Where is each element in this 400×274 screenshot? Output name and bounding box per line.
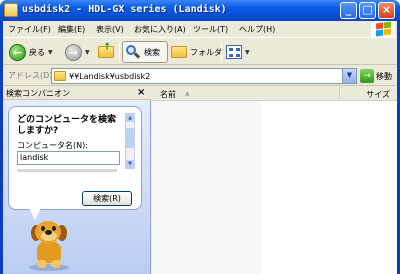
column-header-size[interactable]: サイズ — [341, 87, 394, 101]
column-name-label: 名前 — [160, 90, 176, 99]
back-arrow-icon: ← — [9, 43, 26, 61]
maximize-button[interactable]: □ — [359, 2, 376, 19]
menu-file[interactable]: ファイル(F) — [8, 24, 51, 35]
forward-button[interactable]: → ▼ — [65, 42, 90, 62]
folders-button[interactable]: フォルダ — [171, 42, 222, 62]
go-arrow-icon: → — [360, 69, 374, 83]
scroll-thumb[interactable] — [126, 128, 134, 148]
computer-name-input[interactable]: landisk — [17, 151, 120, 165]
title-bar[interactable]: usbdisk2 - HDL-GX series (Landisk) _ □ × — [0, 0, 400, 21]
up-button[interactable]: ↑ — [98, 42, 114, 62]
views-button[interactable]: ▼ — [226, 42, 250, 62]
computer-name-label: コンピュータ名(N): — [17, 141, 88, 150]
file-list[interactable]: 名前 ▲ サイズ — [152, 87, 397, 274]
go-button[interactable]: → 移動 — [360, 69, 392, 83]
column-size-label: サイズ — [366, 90, 390, 99]
search-question: どのコンピュータを検索しますか? — [17, 115, 117, 136]
menu-edit[interactable]: 編集(E) — [58, 24, 85, 35]
scroll-down-icon[interactable]: ▼ — [126, 160, 134, 168]
pane-close-button[interactable]: × — [137, 87, 145, 98]
address-bar: アドレス(D) ¥¥Landisk¥usbdisk2 ▼ → 移動 — [3, 66, 397, 86]
go-label: 移動 — [376, 71, 392, 81]
menu-help[interactable]: ヘルプ(H) — [239, 24, 275, 35]
menu-bar: ファイル(F) 編集(E) 表示(V) お気に入り(A) ツール(T) ヘルプ(… — [3, 21, 397, 38]
toolbar-separator — [221, 43, 222, 61]
back-dropdown-icon[interactable]: ▼ — [48, 49, 53, 56]
window-title: usbdisk2 - HDL-GX series (Landisk) — [22, 4, 227, 15]
scroll-up-icon[interactable]: ▲ — [126, 114, 134, 122]
sorted-column-highlight — [152, 101, 261, 274]
pane-title: 検索コンパニオン — [6, 89, 70, 98]
menu-favorites[interactable]: お気に入り(A) — [134, 24, 186, 35]
search-dog-icon[interactable] — [25, 217, 75, 271]
toolbar-separator — [119, 43, 120, 61]
forward-dropdown-icon[interactable]: ▼ — [85, 49, 90, 56]
search-submit-button[interactable]: 検索(R) — [82, 191, 132, 206]
search-icon — [125, 44, 141, 60]
address-dropdown-icon[interactable]: ▼ — [342, 69, 356, 83]
menu-view[interactable]: 表示(V) — [96, 24, 124, 35]
bubble-scrollbar[interactable]: ▲ ▼ — [125, 113, 135, 169]
column-header-row: 名前 ▲ サイズ — [152, 87, 397, 101]
explorer-window: usbdisk2 - HDL-GX series (Landisk) _ □ ×… — [0, 0, 400, 274]
address-input[interactable]: ¥¥Landisk¥usbdisk2 ▼ — [51, 68, 357, 84]
toolbar: ← 戻る ▼ → ▼ ↑ 検索 フォルダ ▼ — [3, 39, 397, 65]
search-bubble: どのコンピュータを検索しますか? コンピュータ名(N): landisk ▲ ▼… — [8, 106, 142, 210]
search-companion-pane: 検索コンパニオン × どのコンピュータを検索しますか? コンピュータ名(N): … — [3, 87, 151, 274]
pane-header: 検索コンパニオン × — [3, 87, 151, 100]
back-button[interactable]: ← 戻る ▼ — [9, 42, 53, 62]
back-label: 戻る — [29, 47, 45, 57]
address-label: アドレス(D) — [8, 71, 53, 80]
column-header-name[interactable]: 名前 ▲ — [152, 87, 340, 101]
window-icon[interactable] — [4, 3, 18, 17]
views-icon — [226, 45, 242, 59]
search-button[interactable]: 検索 — [122, 41, 168, 63]
window-client: ファイル(F) 編集(E) 表示(V) お気に入り(A) ツール(T) ヘルプ(… — [3, 21, 397, 274]
menu-tools[interactable]: ツール(T) — [193, 24, 228, 35]
folder-icon — [171, 46, 187, 58]
search-label: 検索 — [144, 47, 160, 57]
views-dropdown-icon[interactable]: ▼ — [245, 49, 250, 56]
hidden-option-text — [17, 169, 117, 172]
up-folder-icon: ↑ — [98, 43, 114, 58]
forward-arrow-icon: → — [65, 43, 82, 61]
folders-label: フォルダ — [190, 47, 222, 57]
close-button[interactable]: × — [378, 2, 395, 19]
address-value: ¥¥Landisk¥usbdisk2 — [69, 71, 151, 81]
sort-ascending-icon: ▲ — [185, 90, 190, 97]
minimize-button[interactable]: _ — [340, 2, 357, 19]
folder-icon — [54, 71, 66, 81]
windows-logo-icon — [371, 21, 395, 38]
